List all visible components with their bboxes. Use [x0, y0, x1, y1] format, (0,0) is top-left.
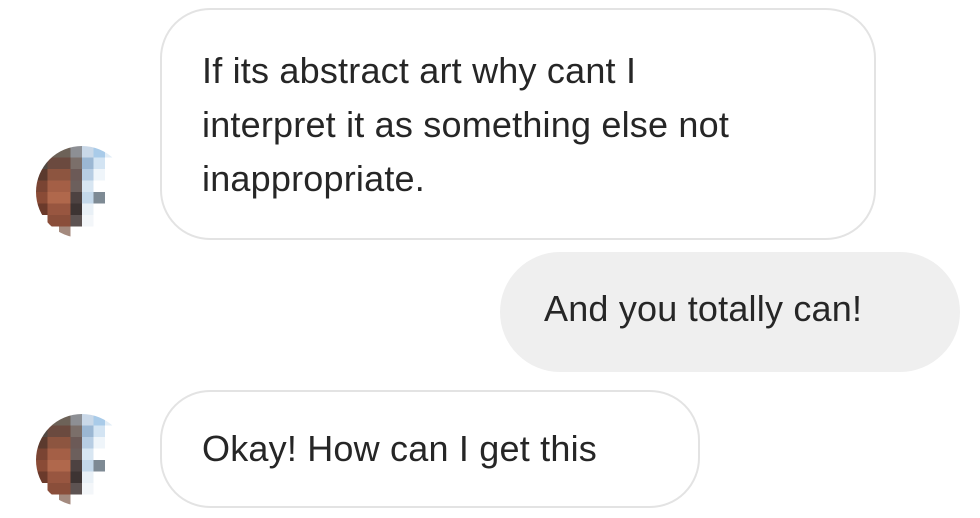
sender-avatar-icon[interactable]	[36, 146, 128, 238]
message-text-line: If its abstract art why cant I	[202, 50, 637, 91]
message-text-line: And you totally can!	[544, 288, 863, 329]
incoming-message-bubble[interactable]: If its abstract art why cant I interpret…	[160, 8, 876, 240]
message-text-line: interpret it as something else not	[202, 104, 730, 145]
incoming-message-bubble[interactable]: Okay! How can I get this	[160, 390, 700, 508]
message-thread: If its abstract art why cant I interpret…	[0, 0, 980, 518]
sender-avatar-icon[interactable]	[36, 414, 128, 506]
outgoing-message-bubble[interactable]: And you totally can!	[500, 252, 960, 372]
message-text-line: Okay! How can I get this	[202, 428, 597, 469]
message-text-line: inappropriate.	[202, 158, 425, 199]
